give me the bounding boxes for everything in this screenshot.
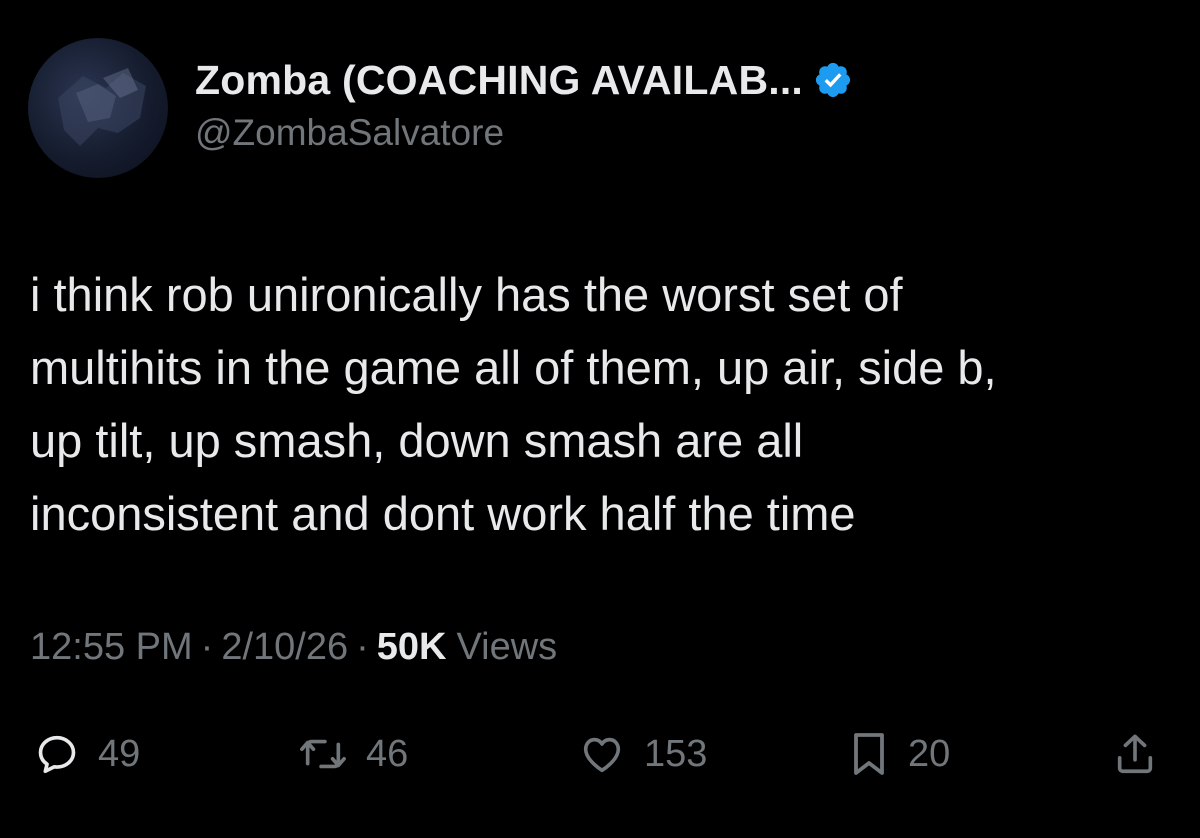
share-button[interactable] [1112,724,1158,784]
tweet-date[interactable]: 2/10/26 [221,626,348,669]
verified-badge-icon [813,60,853,100]
bookmark-button[interactable]: 20 [848,724,950,784]
views-label: Views [456,626,558,668]
reply-count: 49 [98,732,141,775]
meta-separator: · [356,626,369,668]
display-name[interactable]: Zomba (COACHING AVAILAB... [195,57,803,104]
author-block: Zomba (COACHING AVAILAB... @ZombaSalvato… [195,52,1155,154]
bookmark-count: 20 [908,732,951,775]
tweet-card: Zomba (COACHING AVAILAB... @ZombaSalvato… [0,0,1200,838]
tweet-text: i think rob unironically has the worst s… [30,268,997,540]
name-row: Zomba (COACHING AVAILAB... [195,52,1155,108]
share-icon [1117,734,1153,774]
like-count: 153 [644,732,708,775]
meta-separator: · [200,626,214,668]
views-count: 50K [376,626,447,668]
avatar[interactable] [28,38,168,178]
heart-icon [583,737,621,773]
retweet-button[interactable]: 46 [298,724,408,784]
tweet-time[interactable]: 12:55 PM [30,626,193,669]
like-button[interactable]: 153 [578,724,707,784]
action-bar: 49 46 153 20 [0,724,1200,784]
reply-icon [38,735,76,774]
tweet-meta: 12:55 PM · 2/10/26 · 50K Views [30,626,557,669]
avatar-image [58,68,146,146]
bookmark-icon [854,733,884,775]
retweet-icon [300,739,346,769]
reply-button[interactable]: 49 [34,724,140,784]
handle[interactable]: @ZombaSalvatore [195,112,1155,154]
retweet-count: 46 [366,732,409,775]
